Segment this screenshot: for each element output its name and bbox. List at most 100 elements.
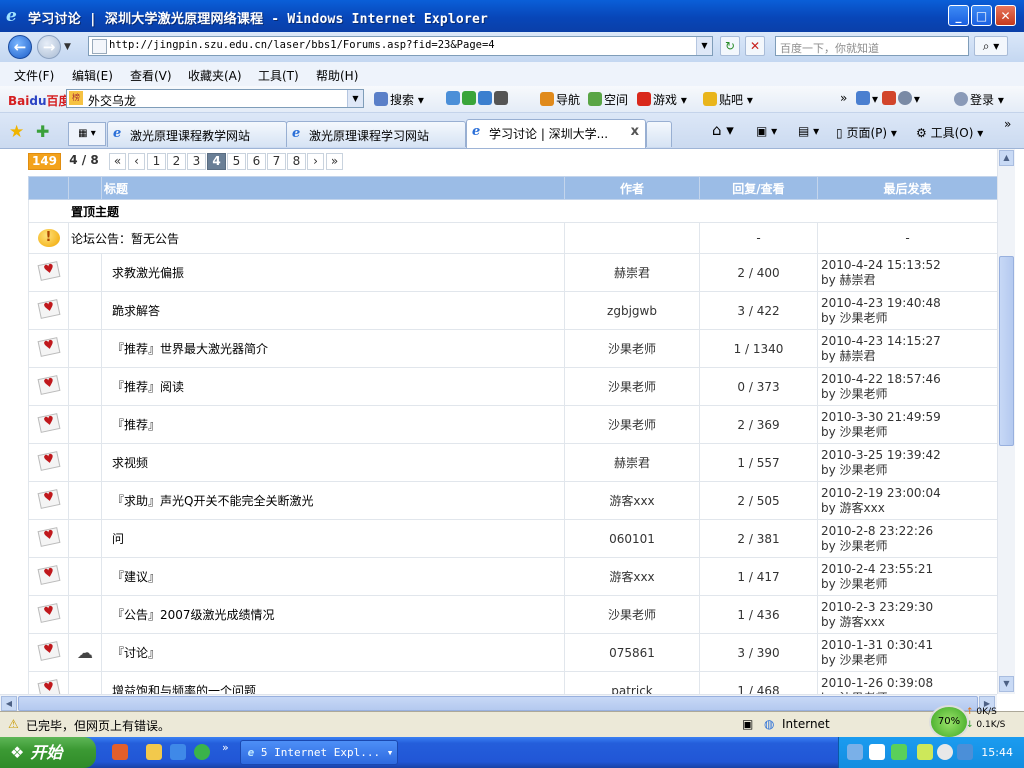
scroll-left-arrow-icon[interactable]: ◀ (1, 696, 17, 711)
quicklaunch-overflow-icon[interactable]: » (222, 741, 229, 754)
topic-author[interactable]: 沙果老师 (564, 367, 700, 406)
topic-title[interactable]: 求教激光偏振 (101, 253, 565, 292)
games-button[interactable]: 游戏 ▾ (637, 91, 687, 108)
topic-author[interactable]: 060101 (564, 519, 700, 558)
vertical-scroll-thumb[interactable] (999, 256, 1014, 446)
quicklaunch-folder-icon[interactable] (146, 744, 162, 760)
tieba-button[interactable]: 贴吧 ▾ (703, 91, 753, 108)
topic-author[interactable]: 沙果老师 (564, 329, 700, 368)
page-next[interactable]: › (307, 153, 324, 170)
address-dropdown-icon[interactable]: ▼ (696, 37, 712, 55)
last-post-time[interactable]: 2010-4-24 15:13:52 (821, 258, 997, 273)
page-7[interactable]: 7 (267, 153, 286, 170)
vertical-scrollbar[interactable]: ▲ ▼ (997, 149, 1015, 694)
table-row[interactable]: 增益饱和与频率的一个问题patrick1 / 4682010-1-26 0:39… (28, 671, 998, 694)
last-post-time[interactable]: 2010-4-22 18:57:46 (821, 372, 997, 387)
space-button[interactable]: 空间 (588, 91, 628, 108)
last-post-time[interactable]: 2010-4-23 19:40:48 (821, 296, 997, 311)
last-post-time[interactable]: 2010-2-19 23:00:04 (821, 486, 997, 501)
page-prev[interactable]: ‹ (128, 153, 145, 170)
table-row[interactable]: 『推荐』阅读沙果老师0 / 3732010-4-22 18:57:46by 沙果… (28, 367, 998, 406)
tray-help-icon[interactable] (869, 744, 885, 760)
minimize-button[interactable]: _ (948, 5, 969, 26)
page-2[interactable]: 2 (167, 153, 186, 170)
topic-title[interactable]: 『推荐』 (101, 405, 565, 444)
last-post-time[interactable]: 2010-1-26 0:39:08 (821, 676, 997, 691)
taskbar-ie-group[interactable]: e 5 Internet Expl... ▾ (240, 740, 398, 765)
topic-author[interactable]: 075861 (564, 633, 700, 672)
table-row[interactable]: 『推荐』世界最大激光器简介沙果老师1 / 13402010-4-23 14:15… (28, 329, 998, 368)
topic-author[interactable]: 游客xxx (564, 481, 700, 520)
page-menu-button[interactable]: ▯ 页面(P) ▾ (836, 124, 897, 141)
baidu-search-button[interactable]: 搜索 ▾ (374, 91, 424, 108)
table-row[interactable]: 问0601012 / 3812010-2-8 23:22:26by 沙果老师 (28, 519, 998, 558)
page-3[interactable]: 3 (187, 153, 206, 170)
tab-learning-site[interactable]: e 激光原理课程学习网站 (286, 121, 466, 147)
topic-title[interactable]: 『建议』 (101, 557, 565, 596)
baidu-logo[interactable]: Baidu百度 (8, 92, 71, 109)
commands-overflow-icon[interactable]: » (1004, 117, 1011, 131)
feeds-button[interactable]: ▣ ▾ (756, 124, 777, 138)
topic-title[interactable]: 『讨论』 (101, 633, 565, 672)
topic-author[interactable]: patrick (564, 671, 700, 694)
page-first[interactable]: « (109, 153, 126, 170)
topic-author[interactable]: 沙果老师 (564, 595, 700, 634)
last-post-time[interactable]: 2010-3-30 21:49:59 (821, 410, 997, 425)
toolbar-overflow-icon[interactable]: » (840, 91, 847, 105)
horizontal-scrollbar[interactable]: ◀ ▶ (0, 694, 997, 712)
page-last[interactable]: » (326, 153, 343, 170)
menu-favorites[interactable]: 收藏夹(A) (188, 67, 242, 84)
scroll-down-arrow-icon[interactable]: ▼ (999, 676, 1014, 692)
toolbar-icons-group[interactable] (446, 91, 510, 106)
start-button[interactable]: ❖ 开始 (0, 737, 96, 768)
topic-title[interactable]: 问 (101, 519, 565, 558)
menu-file[interactable]: 文件(F) (14, 67, 54, 84)
last-post-time[interactable]: 2010-2-4 23:55:21 (821, 562, 997, 577)
close-window-button[interactable]: ✕ (995, 5, 1016, 26)
nav-button[interactable]: 导航 (540, 91, 580, 108)
menu-view[interactable]: 查看(V) (130, 67, 172, 84)
page-6[interactable]: 6 (247, 153, 266, 170)
last-post-time[interactable]: 2010-4-23 14:15:27 (821, 334, 997, 349)
topic-author[interactable]: 游客xxx (564, 557, 700, 596)
table-row[interactable]: 『建议』游客xxx1 / 4172010-2-4 23:55:21by 沙果老师 (28, 557, 998, 596)
tray-monitor-icon[interactable] (957, 744, 973, 760)
table-row[interactable]: 求教激光偏振赫崇君2 / 4002010-4-24 15:13:52by 赫崇君 (28, 253, 998, 292)
topic-author[interactable]: 沙果老师 (564, 405, 700, 444)
refresh-button[interactable]: ↻ (720, 36, 740, 56)
table-row[interactable]: 求视频赫崇君1 / 5572010-3-25 19:39:42by 沙果老师 (28, 443, 998, 482)
horizontal-scroll-thumb[interactable] (18, 696, 978, 711)
baidu-input-dropdown-icon[interactable]: ▼ (347, 90, 363, 107)
page-5[interactable]: 5 (227, 153, 246, 170)
topic-author[interactable]: 赫崇君 (564, 443, 700, 482)
login-button[interactable]: 登录 ▾ (954, 91, 1004, 108)
page-8[interactable]: 8 (287, 153, 306, 170)
tray-battery-icon[interactable] (917, 744, 933, 760)
stop-button[interactable]: ✕ (745, 36, 765, 56)
topic-title[interactable]: 『求助』声光Q开关不能完全关断激光 (101, 481, 565, 520)
last-post-time[interactable]: 2010-3-25 19:39:42 (821, 448, 997, 463)
table-row[interactable]: 『推荐』沙果老师2 / 3692010-3-30 21:49:59by 沙果老师 (28, 405, 998, 444)
table-row[interactable]: 跪求解答zgbjgwb3 / 4222010-4-23 19:40:48by 沙… (28, 291, 998, 330)
last-post-time[interactable]: 2010-1-31 0:30:41 (821, 638, 997, 653)
topic-title[interactable]: 跪求解答 (101, 291, 565, 330)
tab-discussion[interactable]: e 学习讨论 | 深圳大学... x (466, 119, 646, 148)
topic-author[interactable]: 赫崇君 (564, 253, 700, 292)
page-1[interactable]: 1 (147, 153, 166, 170)
quicklaunch-ie-icon[interactable] (170, 744, 186, 760)
close-tab-icon[interactable]: x (631, 124, 639, 139)
new-tab-button[interactable] (646, 121, 672, 147)
print-button[interactable]: ▤ ▾ (798, 124, 819, 138)
tray-network-icon[interactable] (891, 744, 907, 760)
topic-title[interactable]: 增益饱和与频率的一个问题 (101, 671, 565, 694)
tray-keyboard-icon[interactable] (847, 744, 863, 760)
tab-teaching-site[interactable]: e 激光原理课程教学网站 (107, 121, 287, 147)
warning-icon[interactable]: ⚠ (8, 717, 19, 731)
topic-title[interactable]: 『公告』2007级激光成绩情况 (101, 595, 565, 634)
maximize-button[interactable]: □ (971, 5, 992, 26)
menu-edit[interactable]: 编辑(E) (72, 67, 113, 84)
tray-expand-icon[interactable] (937, 744, 953, 760)
menu-help[interactable]: 帮助(H) (316, 67, 358, 84)
topic-title[interactable]: 『推荐』阅读 (101, 367, 565, 406)
back-button[interactable]: ← (8, 35, 32, 59)
